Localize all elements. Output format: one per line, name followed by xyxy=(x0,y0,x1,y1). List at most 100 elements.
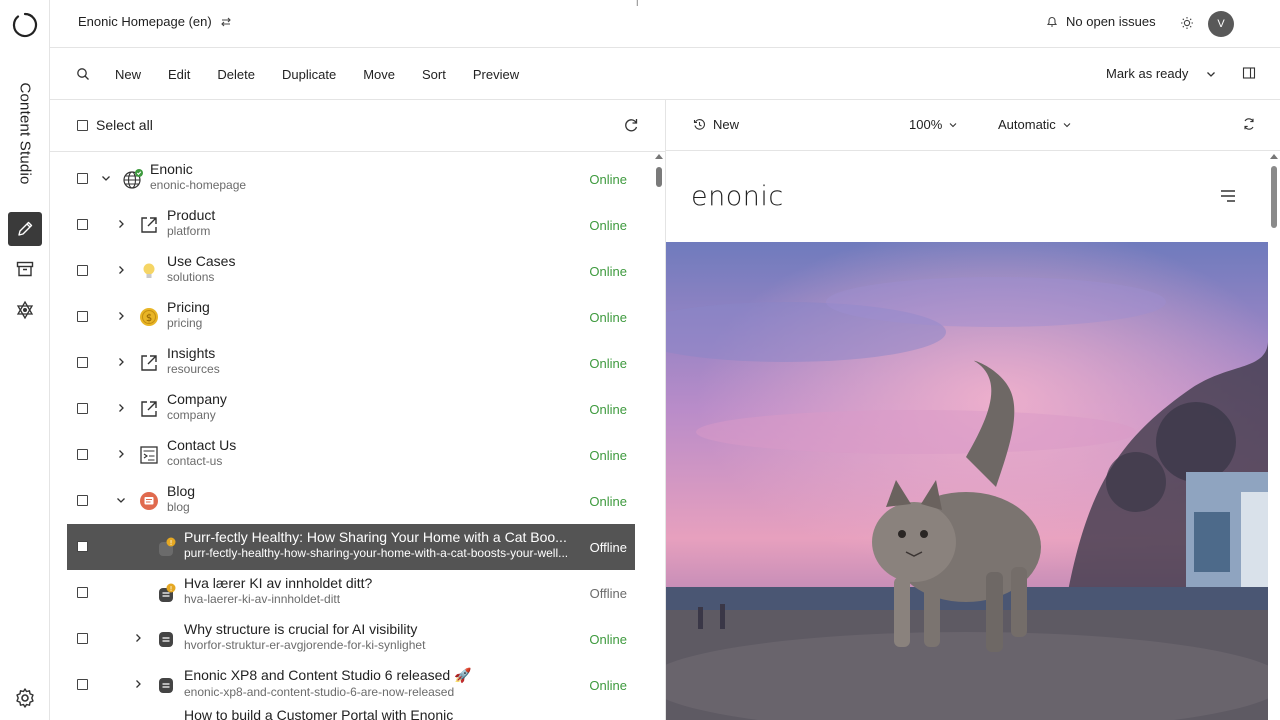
tree-row-purr-fectly-healthy[interactable]: ! Purr-fectly Healthy: How Sharing Your … xyxy=(67,524,635,570)
tree-row-product[interactable]: Product platform Online xyxy=(67,202,635,248)
row-path: resources xyxy=(167,362,220,376)
row-checkbox[interactable] xyxy=(77,311,88,322)
row-path: pricing xyxy=(167,316,203,330)
gear-icon[interactable] xyxy=(13,686,37,710)
tree-row-blog[interactable]: Blog blog Online xyxy=(67,478,635,524)
row-checkbox[interactable] xyxy=(77,633,88,644)
panel-toggle-icon[interactable] xyxy=(1242,66,1256,80)
tree-row-contact-us[interactable]: Contact Us contact-us Online xyxy=(67,432,635,478)
tree-row-customer-portal[interactable]: How to build a Customer Portal with Enon… xyxy=(67,707,635,720)
edit-button[interactable]: Edit xyxy=(168,67,206,82)
tree-row-insights[interactable]: Insights resources Online xyxy=(67,340,635,386)
chevron-down-icon[interactable] xyxy=(1204,67,1218,81)
chevron-right-icon[interactable] xyxy=(115,264,127,276)
row-checkbox[interactable] xyxy=(77,541,88,552)
refresh-icon[interactable] xyxy=(1242,117,1256,131)
chevron-down-icon[interactable] xyxy=(115,494,127,506)
content-tree-panel: Select all Enonic enonic-homepage Online… xyxy=(50,100,666,720)
svg-text:$: $ xyxy=(146,313,152,324)
tree-scrollbar[interactable] xyxy=(653,152,666,720)
status-label: Online xyxy=(589,632,627,647)
chevron-right-icon[interactable] xyxy=(115,310,127,322)
site-logo[interactable]: enonic xyxy=(691,181,784,212)
chevron-right-icon[interactable] xyxy=(115,448,127,460)
row-title: Contact Us xyxy=(167,437,237,453)
preview-panel: New 100% Automatic enonic xyxy=(666,100,1280,720)
row-checkbox[interactable] xyxy=(77,679,88,690)
row-checkbox[interactable] xyxy=(77,449,88,460)
hamburger-menu-icon[interactable] xyxy=(1220,189,1236,203)
widget-network-icon xyxy=(16,300,34,320)
chevron-right-icon[interactable] xyxy=(115,402,127,414)
scroll-thumb[interactable] xyxy=(656,167,662,187)
shortcut-icon xyxy=(141,401,157,417)
row-path: purr-fectly-healthy-how-sharing-your-hom… xyxy=(184,546,569,560)
tree-row-company[interactable]: Company company Online xyxy=(67,386,635,432)
tree-header: Select all xyxy=(50,100,666,152)
preview-button[interactable]: Preview xyxy=(473,67,535,82)
status-label: Online xyxy=(589,310,627,325)
rail-nav-archive[interactable] xyxy=(8,252,42,286)
content-studio-app: Content Studio Enonic Homepage (en) No o… xyxy=(0,0,1280,720)
chevron-right-icon[interactable] xyxy=(115,356,127,368)
refresh-icon[interactable] xyxy=(622,116,640,134)
scroll-thumb[interactable] xyxy=(1271,166,1277,228)
new-button[interactable]: New xyxy=(115,67,157,82)
zoom-dropdown[interactable]: 100% xyxy=(909,117,958,132)
row-title: How to build a Customer Portal with Enon… xyxy=(184,707,454,720)
tree-row-pricing[interactable]: $ Pricing pricing Online xyxy=(67,294,635,340)
preview-mode-dropdown[interactable]: Automatic xyxy=(998,117,1072,132)
shortcut-icon xyxy=(141,217,157,233)
tree-row-use-cases[interactable]: Use Cases solutions Online xyxy=(67,248,635,294)
sort-button[interactable]: Sort xyxy=(422,67,462,82)
row-checkbox[interactable] xyxy=(77,495,88,506)
lightbulb-icon xyxy=(143,263,155,278)
status-label: Online xyxy=(589,356,627,371)
tree-row-enonic-xp8[interactable]: Enonic XP8 and Content Studio 6 released… xyxy=(67,662,635,708)
search-icon[interactable] xyxy=(75,66,91,82)
chevron-right-icon[interactable] xyxy=(115,218,127,230)
tree-row-hva-laerer-ki[interactable]: ! Hva lærer KI av innholdet ditt? hva-la… xyxy=(67,570,635,616)
row-checkbox[interactable] xyxy=(77,587,88,598)
row-checkbox[interactable] xyxy=(77,265,88,276)
rail-nav-content[interactable] xyxy=(8,212,42,246)
sun-icon[interactable] xyxy=(1178,14,1196,32)
zoom-value: 100% xyxy=(909,117,943,132)
enonic-logo-icon[interactable] xyxy=(12,12,38,38)
row-path: hvorfor-struktur-er-avgjorende-for-ki-sy… xyxy=(184,638,426,652)
site-preview[interactable]: enonic xyxy=(666,151,1268,720)
issues-button[interactable]: No open issues xyxy=(1046,14,1156,29)
row-checkbox[interactable] xyxy=(77,173,88,184)
article-icon xyxy=(159,632,173,647)
select-all[interactable]: Select all xyxy=(77,117,153,133)
app-name: Content Studio xyxy=(0,78,50,188)
row-checkbox[interactable] xyxy=(77,403,88,414)
mark-as-ready-button[interactable]: Mark as ready xyxy=(1106,66,1188,81)
duplicate-button[interactable]: Duplicate xyxy=(282,67,352,82)
scroll-up-icon[interactable] xyxy=(1270,154,1278,159)
chevron-right-icon[interactable] xyxy=(132,632,144,644)
row-checkbox[interactable] xyxy=(77,219,88,230)
row-title: Blog xyxy=(167,483,196,499)
chevron-right-icon[interactable] xyxy=(132,678,144,690)
row-checkbox[interactable] xyxy=(77,357,88,368)
project-selector[interactable]: Enonic Homepage (en) xyxy=(78,14,232,29)
status-label: Online xyxy=(589,264,627,279)
article-icon: ! xyxy=(159,583,176,602)
version-history-button[interactable]: New xyxy=(693,117,739,132)
delete-button[interactable]: Delete xyxy=(217,67,271,82)
tree-row-enonic[interactable]: Enonic enonic-homepage Online xyxy=(67,156,635,202)
row-path: solutions xyxy=(167,270,215,284)
bell-icon xyxy=(1046,17,1058,27)
move-button[interactable]: Move xyxy=(363,67,411,82)
user-avatar[interactable]: V xyxy=(1208,11,1234,37)
scroll-up-icon[interactable] xyxy=(655,154,663,159)
chevron-down-icon[interactable] xyxy=(100,172,112,184)
tree-row-why-structure[interactable]: Why structure is crucial for AI visibili… xyxy=(67,616,635,662)
row-path: enonic-homepage xyxy=(150,178,247,192)
left-rail: Content Studio xyxy=(0,0,50,720)
preview-scrollbar[interactable] xyxy=(1268,151,1280,720)
pencil-icon xyxy=(18,221,33,236)
select-all-checkbox[interactable] xyxy=(77,119,88,131)
rail-nav-widgets[interactable] xyxy=(8,293,42,327)
